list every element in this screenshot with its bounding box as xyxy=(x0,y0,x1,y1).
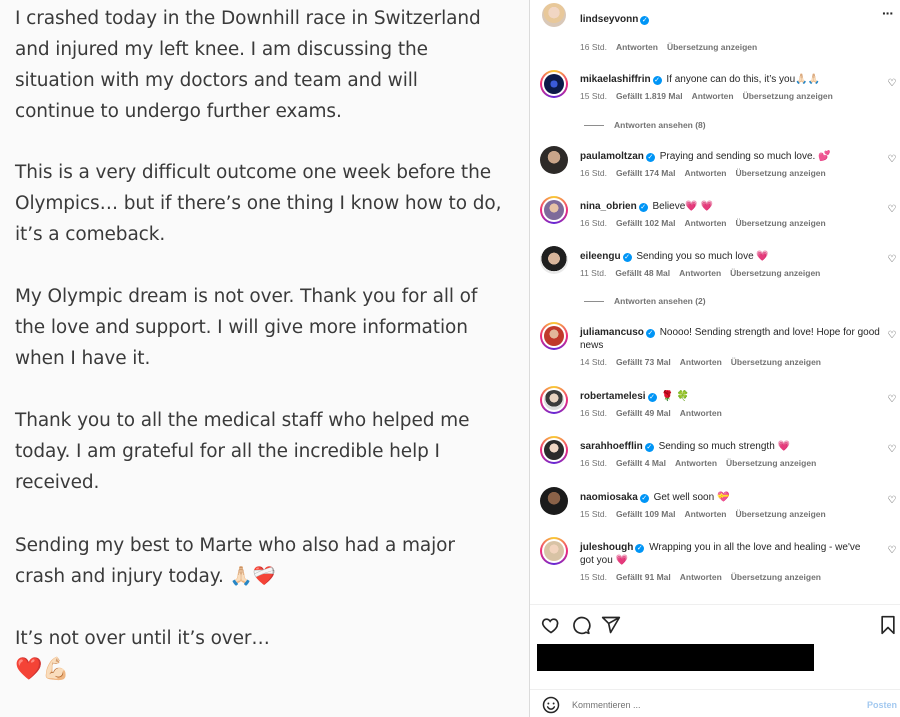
verified-icon: ✓ xyxy=(645,329,655,338)
view-replies-button[interactable]: Antworten ansehen (8) xyxy=(584,120,706,130)
post-button[interactable]: Posten xyxy=(867,700,897,710)
likes-count[interactable]: Gefällt 49 Mal xyxy=(616,408,671,418)
comment-username[interactable]: juliamancuso xyxy=(580,327,644,338)
reply-button[interactable]: Antworten xyxy=(680,408,722,418)
avatar[interactable] xyxy=(540,146,568,174)
likes-count[interactable]: Gefällt 91 Mal xyxy=(616,572,671,582)
reply-button[interactable]: Antworten xyxy=(616,42,658,52)
like-heart-icon[interactable]: ♡ xyxy=(887,155,897,165)
post-paragraph: Thank you to all the medical staff who h… xyxy=(15,410,470,493)
avatar[interactable] xyxy=(540,196,568,224)
verified-icon: ✓ xyxy=(645,153,655,162)
translate-button[interactable]: Übersetzung anzeigen xyxy=(731,357,821,367)
verified-icon: ✓ xyxy=(640,16,650,25)
translate-button[interactable]: Übersetzung anzeigen xyxy=(726,458,816,468)
likes-count[interactable]: Gefällt 1.819 Mal xyxy=(616,91,683,101)
comment-input[interactable]: Kommentieren ... xyxy=(572,700,641,710)
comments-panel: lindseyvonn ✓ ··· 16 Std. Antworten Überset… xyxy=(529,0,900,717)
avatar[interactable] xyxy=(540,537,568,565)
bookmark-icon[interactable] xyxy=(878,615,898,635)
avatar[interactable] xyxy=(542,3,566,27)
comment-username[interactable]: sarahhoefflin xyxy=(580,441,643,452)
likes-count[interactable]: Gefällt 174 Mal xyxy=(616,168,676,178)
post-paragraph: Sending my best to Marte who also had a … xyxy=(15,535,455,587)
reply-button[interactable]: Antworten xyxy=(675,458,717,468)
translate-button[interactable]: Übersetzung anzeigen xyxy=(736,509,826,519)
caption-meta: 16 Std. Antworten Übersetzung anzeigen xyxy=(580,42,758,52)
author-username[interactable]: lindseyvonn xyxy=(580,14,638,25)
avatar[interactable] xyxy=(540,70,568,98)
verified-icon: ✓ xyxy=(622,253,632,262)
likes-count[interactable]: Gefällt 48 Mal xyxy=(615,268,670,278)
comment-username[interactable]: robertamelesi xyxy=(580,391,646,402)
likes-count[interactable]: Gefällt 102 Mal xyxy=(616,218,676,228)
avatar[interactable] xyxy=(540,322,568,350)
view-replies-button[interactable]: Antworten ansehen (2) xyxy=(584,296,706,306)
avatar[interactable] xyxy=(540,436,568,464)
reply-button[interactable]: Antworten xyxy=(680,572,722,582)
translate-button[interactable]: Übersetzung anzeigen xyxy=(667,42,757,52)
post-paragraph: This is a very difficult outcome one wee… xyxy=(15,162,502,245)
like-heart-icon[interactable]: ♡ xyxy=(887,546,897,556)
verified-icon: ✓ xyxy=(638,203,648,212)
post-header: lindseyvonn ✓ ··· xyxy=(530,0,900,32)
translate-button[interactable]: Übersetzung anzeigen xyxy=(743,91,833,101)
translate-button[interactable]: Übersetzung anzeigen xyxy=(736,168,826,178)
comment-username[interactable]: naomiosaka xyxy=(580,492,638,503)
reply-button[interactable]: Antworten xyxy=(684,509,726,519)
like-icon[interactable] xyxy=(541,615,561,635)
comment-username[interactable]: eileengu xyxy=(580,251,621,262)
avatar[interactable] xyxy=(540,386,568,414)
avatar[interactable] xyxy=(540,487,568,515)
likes-count[interactable]: Gefällt 73 Mal xyxy=(616,357,671,367)
post-paragraph: It’s not over until it’s over… ❤️💪🏻 xyxy=(15,628,270,682)
likes-count[interactable]: Gefällt 109 Mal xyxy=(616,509,676,519)
verified-icon: ✓ xyxy=(647,393,657,402)
translate-button[interactable]: Übersetzung anzeigen xyxy=(731,572,821,582)
likes-count[interactable]: Gefällt 4 Mal xyxy=(616,458,666,468)
comment-username[interactable]: nina_obrien xyxy=(580,201,637,212)
reply-button[interactable]: Antworten xyxy=(692,91,734,101)
like-heart-icon[interactable]: ♡ xyxy=(887,331,897,341)
comment-username[interactable]: paulamoltzan xyxy=(580,151,644,162)
reply-button[interactable]: Antworten xyxy=(679,268,721,278)
like-heart-icon[interactable]: ♡ xyxy=(887,79,897,89)
action-bar xyxy=(530,604,900,644)
post-paragraph: I crashed today in the Downhill race in … xyxy=(15,8,481,122)
comment-composer: Kommentieren ... Posten xyxy=(530,689,900,717)
reply-button[interactable]: Antworten xyxy=(684,168,726,178)
verified-icon: ✓ xyxy=(652,76,662,85)
like-heart-icon[interactable]: ♡ xyxy=(887,255,897,265)
share-icon[interactable] xyxy=(601,615,621,635)
comment-username[interactable]: juleshough xyxy=(580,542,633,553)
comment-username[interactable]: mikaelashiffrin xyxy=(580,74,651,85)
like-heart-icon[interactable]: ♡ xyxy=(887,395,897,405)
redacted-region xyxy=(537,644,814,671)
reply-button[interactable]: Antworten xyxy=(680,357,722,367)
post-image: I crashed today in the Downhill race in … xyxy=(0,0,529,717)
like-heart-icon[interactable]: ♡ xyxy=(887,445,897,455)
translate-button[interactable]: Übersetzung anzeigen xyxy=(736,218,826,228)
verified-icon: ✓ xyxy=(644,443,654,452)
reply-button[interactable]: Antworten xyxy=(684,218,726,228)
like-heart-icon[interactable]: ♡ xyxy=(887,205,897,215)
emoji-icon[interactable] xyxy=(542,696,560,714)
more-options-icon[interactable]: ··· xyxy=(882,5,894,21)
verified-icon: ✓ xyxy=(635,544,645,553)
translate-button[interactable]: Übersetzung anzeigen xyxy=(730,268,820,278)
verified-icon: ✓ xyxy=(639,494,649,503)
like-heart-icon[interactable]: ♡ xyxy=(887,496,897,506)
post-paragraph: My Olympic dream is not over. Thank you … xyxy=(15,286,478,369)
comment-icon[interactable] xyxy=(571,615,591,635)
avatar[interactable] xyxy=(540,246,568,274)
